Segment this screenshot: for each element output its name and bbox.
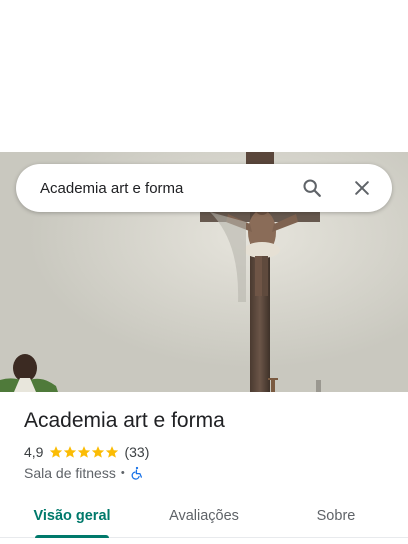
tab-reviews-label: Avaliações xyxy=(169,508,239,524)
rating-row[interactable]: 4,9 (33) xyxy=(24,444,149,460)
star-icon xyxy=(50,446,63,458)
category-row: Sala de fitness • xyxy=(24,465,144,481)
active-tab-indicator xyxy=(35,535,109,538)
search-button[interactable] xyxy=(290,166,334,210)
search-icon xyxy=(303,179,321,197)
rating-value: 4,9 xyxy=(24,444,44,460)
star-icon xyxy=(106,446,119,458)
clear-search-button[interactable] xyxy=(340,166,384,210)
place-title: Academia art e forma xyxy=(24,409,225,432)
star-icon xyxy=(64,446,77,458)
close-icon xyxy=(355,181,369,195)
maps-place-panel: Academia art e forma Academia art e form… xyxy=(0,0,408,544)
place-category[interactable]: Sala de fitness xyxy=(24,465,116,481)
search-input[interactable]: Academia art e forma xyxy=(40,180,290,197)
tab-about-label: Sobre xyxy=(316,508,356,524)
star-icon xyxy=(92,446,105,458)
separator-dot: • xyxy=(120,467,125,479)
star-icon xyxy=(78,446,91,458)
tab-overview-label: Visão geral xyxy=(33,508,111,524)
wheelchair-icon[interactable] xyxy=(130,466,144,480)
tab-about[interactable]: Sobre xyxy=(264,494,408,538)
review-count[interactable]: (33) xyxy=(124,444,149,460)
tab-reviews[interactable]: Avaliações xyxy=(144,494,264,538)
tab-overview[interactable]: Visão geral xyxy=(0,494,144,538)
star-rating xyxy=(49,445,119,459)
search-box[interactable]: Academia art e forma xyxy=(16,164,392,212)
place-tabs: Visão geral Avaliações Sobre xyxy=(0,494,408,538)
